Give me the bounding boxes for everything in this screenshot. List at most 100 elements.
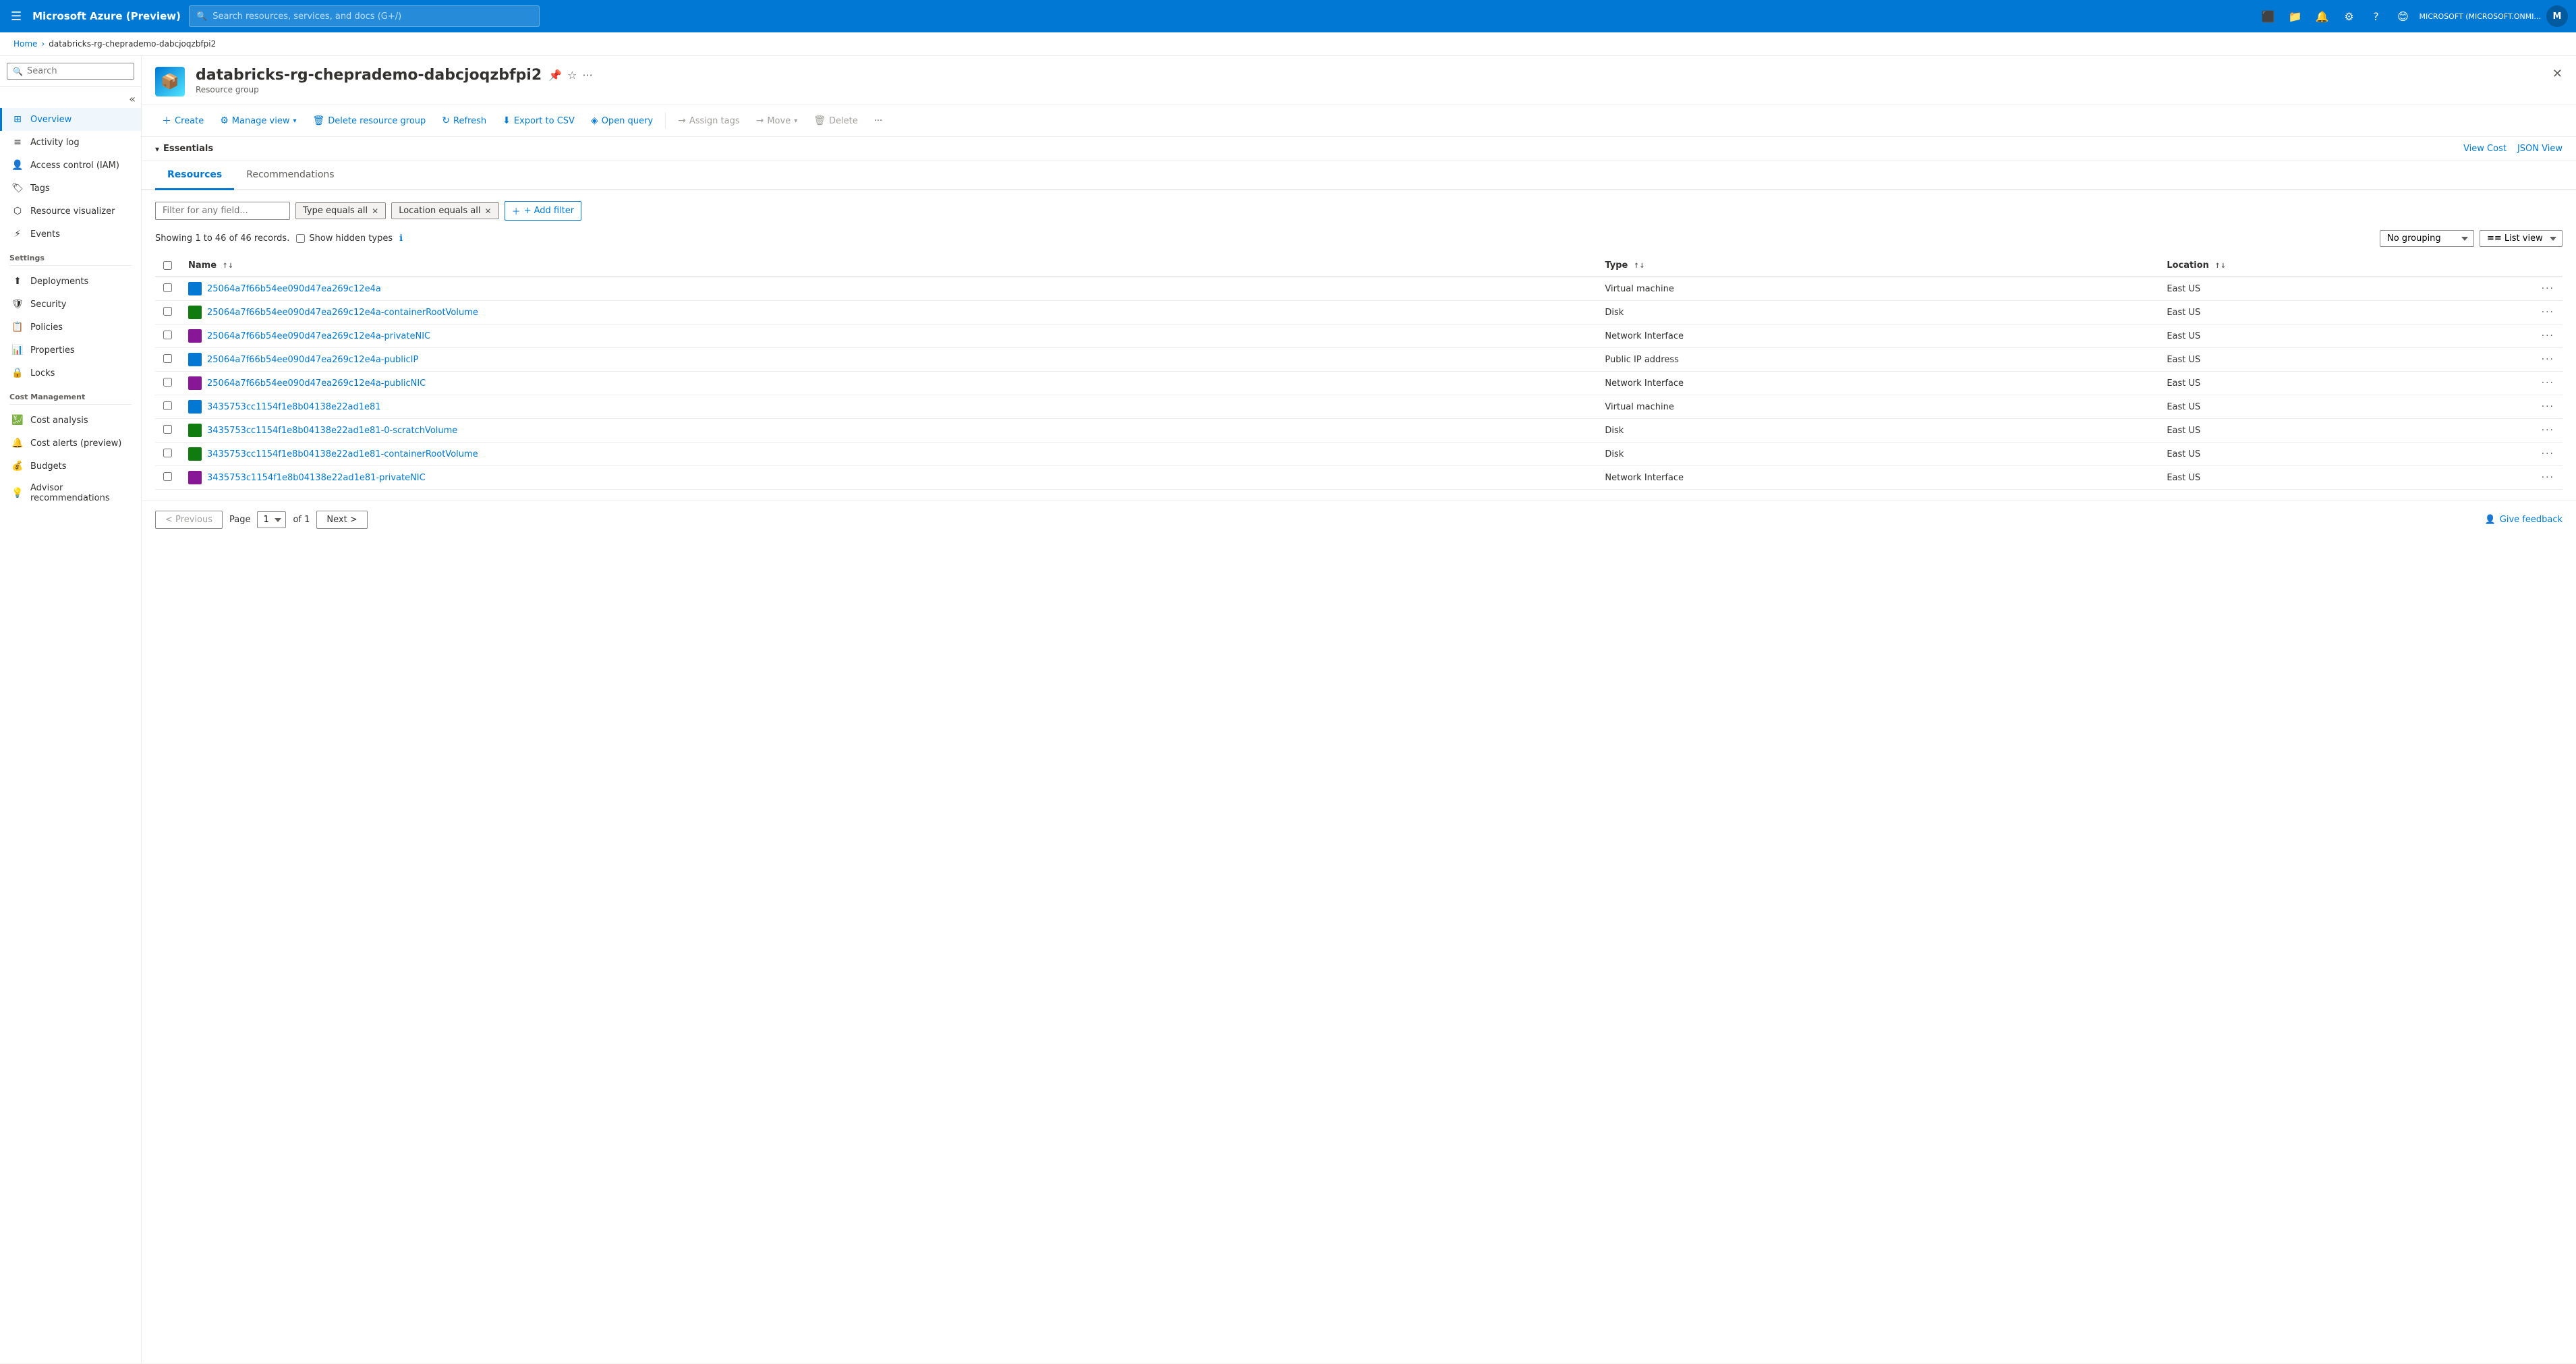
- sidebar-item-security[interactable]: 🛡 Security: [0, 293, 141, 316]
- refresh-label: Refresh: [453, 116, 486, 126]
- resource-link[interactable]: 3435753c1154f1e8b04138e22ad1e81-privateN…: [188, 471, 1588, 484]
- delete-rg-button[interactable]: 🗑 Delete resource group: [306, 112, 433, 130]
- help-icon[interactable]: ?: [2365, 5, 2386, 27]
- resource-link[interactable]: 25064a7f66b54ee090d47ea269c12e4a-publicN…: [188, 376, 1588, 390]
- feedback-icon[interactable]: 😊: [2392, 5, 2413, 27]
- directory-icon[interactable]: 📁: [2284, 5, 2306, 27]
- row-checkbox[interactable]: [163, 425, 172, 434]
- export-icon: ⬇: [503, 115, 511, 126]
- row-more-button[interactable]: ···: [2542, 472, 2554, 483]
- page-select[interactable]: 1: [257, 511, 286, 528]
- row-checkbox[interactable]: [163, 283, 172, 292]
- row-name-cell: 3435753cc1154f1e8b04138e22ad1e81-0-scrat…: [180, 419, 1597, 443]
- row-more-button[interactable]: ···: [2542, 378, 2554, 389]
- essentials-toggle[interactable]: ▾ Essentials: [155, 144, 213, 154]
- give-feedback-button[interactable]: 👤 Give feedback: [2485, 515, 2563, 525]
- pin-icon[interactable]: 📌: [548, 69, 562, 82]
- resource-link[interactable]: 25064a7f66b54ee090d47ea269c12e4a: [188, 282, 1588, 295]
- create-button[interactable]: ＋ Create: [155, 111, 210, 131]
- row-checkbox[interactable]: [163, 331, 172, 339]
- sidebar-item-policies[interactable]: 📋 Policies: [0, 316, 141, 339]
- sidebar-item-cost-alerts[interactable]: 🔔 Cost alerts (preview): [0, 432, 141, 455]
- assign-tags-button[interactable]: → Assign tags: [671, 112, 747, 130]
- sidebar-collapse-icon[interactable]: «: [129, 92, 136, 105]
- row-checkbox[interactable]: [163, 307, 172, 316]
- close-icon[interactable]: ✕: [2552, 67, 2563, 81]
- more-toolbar-button[interactable]: ···: [867, 113, 889, 130]
- resource-link[interactable]: 25064a7f66b54ee090d47ea269c12e4a-publicI…: [188, 353, 1588, 366]
- row-more-button[interactable]: ···: [2542, 283, 2554, 294]
- view-select[interactable]: ≡≡ List view ⊞ Grid view: [2480, 230, 2563, 247]
- row-checkbox[interactable]: [163, 354, 172, 363]
- row-checkbox[interactable]: [163, 449, 172, 457]
- resource-type: Virtual machine: [1605, 284, 1673, 294]
- row-more-button[interactable]: ···: [2542, 425, 2554, 436]
- filter-input[interactable]: [155, 202, 290, 220]
- resource-link[interactable]: 3435753cc1154f1e8b04138e22ad1e81-contain…: [188, 447, 1588, 461]
- sidebar-item-locks[interactable]: 🔒 Locks: [0, 362, 141, 385]
- row-more-button[interactable]: ···: [2542, 331, 2554, 341]
- resource-link[interactable]: 25064a7f66b54ee090d47ea269c12e4a-private…: [188, 329, 1588, 343]
- export-csv-button[interactable]: ⬇ Export to CSV: [496, 112, 581, 130]
- add-filter-button[interactable]: ＋ + Add filter: [505, 201, 582, 221]
- sidebar-item-deployments[interactable]: ⬆ Deployments: [0, 270, 141, 293]
- sidebar-item-tags[interactable]: 🏷 Tags: [0, 177, 141, 200]
- sidebar-item-budgets[interactable]: 💰 Budgets: [0, 455, 141, 478]
- info-icon[interactable]: ℹ: [399, 233, 403, 244]
- show-hidden-types-checkbox[interactable]: [296, 234, 305, 243]
- sidebar-item-properties[interactable]: 📊 Properties: [0, 339, 141, 362]
- delete-button[interactable]: 🗑 Delete: [807, 112, 865, 130]
- sidebar-search-input[interactable]: [27, 66, 128, 76]
- manage-view-button[interactable]: ⚙ Manage view ▾: [213, 112, 303, 130]
- pagination-bar: < Previous Page 1 of 1 Next > 👤 Give fee…: [142, 501, 2576, 538]
- global-search-input[interactable]: [212, 11, 532, 22]
- sidebar-item-events[interactable]: ⚡ Events: [0, 223, 141, 246]
- sidebar-item-access-control[interactable]: 👤 Access control (IAM): [0, 154, 141, 177]
- sidebar-item-label: Properties: [30, 345, 75, 356]
- move-button[interactable]: → Move ▾: [749, 112, 805, 130]
- resource-link[interactable]: 3435753cc1154f1e8b04138e22ad1e81-0-scrat…: [188, 424, 1588, 437]
- header-type[interactable]: Type ↑↓: [1597, 255, 2158, 277]
- favorite-icon[interactable]: ☆: [567, 69, 577, 82]
- more-icon[interactable]: ···: [582, 69, 592, 82]
- tab-recommendations[interactable]: Recommendations: [234, 161, 346, 190]
- sidebar-item-activity-log[interactable]: ≡ Activity log: [0, 131, 141, 154]
- user-profile[interactable]: MICROSOFT (MICROSOFT.ONMI... M: [2419, 5, 2568, 27]
- next-page-button[interactable]: Next >: [316, 511, 367, 529]
- row-more-button[interactable]: ···: [2542, 401, 2554, 412]
- sidebar-item-cost-analysis[interactable]: 💹 Cost analysis: [0, 409, 141, 432]
- row-checkbox[interactable]: [163, 378, 172, 387]
- json-view-link[interactable]: JSON View: [2517, 144, 2563, 154]
- sidebar-item-resource-visualizer[interactable]: ⬡ Resource visualizer: [0, 200, 141, 223]
- refresh-button[interactable]: ↻ Refresh: [435, 112, 493, 130]
- breadcrumb-home[interactable]: Home: [13, 39, 37, 49]
- grouping-select[interactable]: No grouping Resource type Location: [2380, 230, 2474, 247]
- hamburger-menu-icon[interactable]: ☰: [8, 7, 24, 26]
- view-cost-link[interactable]: View Cost: [2463, 144, 2507, 154]
- select-all-checkbox[interactable]: [163, 261, 172, 270]
- deployments-icon: ⬆: [11, 275, 24, 287]
- sidebar-item-advisor[interactable]: 💡 Advisor recommendations: [0, 478, 141, 509]
- row-checkbox[interactable]: [163, 472, 172, 481]
- header-name[interactable]: Name ↑↓: [180, 255, 1597, 277]
- row-more-button[interactable]: ···: [2542, 449, 2554, 459]
- resource-location: East US: [2167, 426, 2200, 436]
- header-location[interactable]: Location ↑↓: [2158, 255, 2533, 277]
- row-checkbox[interactable]: [163, 401, 172, 410]
- settings-icon[interactable]: ⚙: [2338, 5, 2359, 27]
- sidebar-item-overview[interactable]: ⊞ Overview: [0, 108, 141, 131]
- resource-link[interactable]: 3435753cc1154f1e8b04138e22ad1e81: [188, 400, 1588, 414]
- records-info: Showing 1 to 46 of 46 records. Show hidd…: [155, 233, 403, 244]
- prev-page-button[interactable]: < Previous: [155, 511, 223, 529]
- notifications-icon[interactable]: 🔔: [2311, 5, 2332, 27]
- row-more-button[interactable]: ···: [2542, 307, 2554, 318]
- tab-resources[interactable]: Resources: [155, 161, 234, 190]
- open-query-button[interactable]: ◈ Open query: [584, 112, 660, 130]
- row-more-button[interactable]: ···: [2542, 354, 2554, 365]
- type-filter-close-icon[interactable]: ✕: [372, 206, 378, 216]
- cloud-shell-icon[interactable]: ⬛: [2257, 5, 2279, 27]
- row-checkbox-cell: [155, 277, 180, 301]
- row-more-cell: ···: [2534, 301, 2563, 324]
- resource-link[interactable]: 25064a7f66b54ee090d47ea269c12e4a-contain…: [188, 306, 1588, 319]
- location-filter-close-icon[interactable]: ✕: [485, 206, 492, 216]
